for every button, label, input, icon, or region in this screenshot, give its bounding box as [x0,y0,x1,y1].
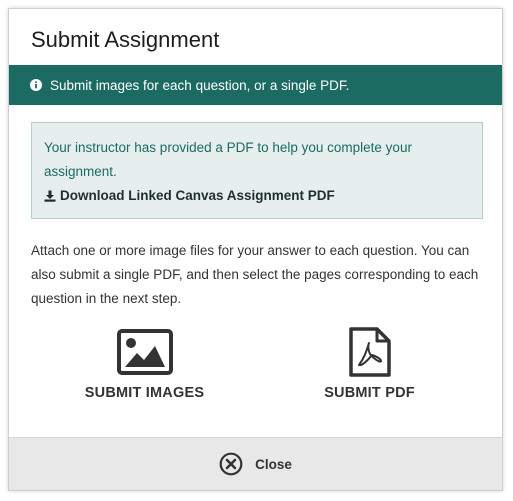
download-pdf-label: Download Linked Canvas Assignment PDF [60,188,335,203]
submit-pdf-label: SUBMIT PDF [324,385,415,401]
submit-images-button[interactable]: SUBMIT IMAGES [77,327,212,401]
pdf-file-icon [342,327,398,377]
modal-title: Submit Assignment [31,27,220,52]
close-button[interactable]: Close [219,452,292,476]
info-banner-text: Submit images for each question, or a si… [50,77,350,93]
close-circle-icon [219,452,243,476]
download-pdf-link[interactable]: Download Linked Canvas Assignment PDF [44,184,470,208]
submit-pdf-button[interactable]: SUBMIT PDF [302,327,437,401]
submit-assignment-modal: Submit Assignment Submit images for each… [8,8,503,491]
image-icon [116,327,173,377]
instructor-pdf-notice: Your instructor has provided a PDF to he… [31,122,483,219]
notice-text: Your instructor has provided a PDF to he… [44,140,412,179]
close-label: Close [255,456,292,472]
info-circle-icon [30,79,42,91]
submit-images-label: SUBMIT IMAGES [84,385,205,401]
modal-footer: Close [9,437,502,490]
info-banner: Submit images for each question, or a si… [9,65,502,105]
download-icon [44,190,56,202]
submission-instructions: Attach one or more image files for your … [31,243,479,306]
